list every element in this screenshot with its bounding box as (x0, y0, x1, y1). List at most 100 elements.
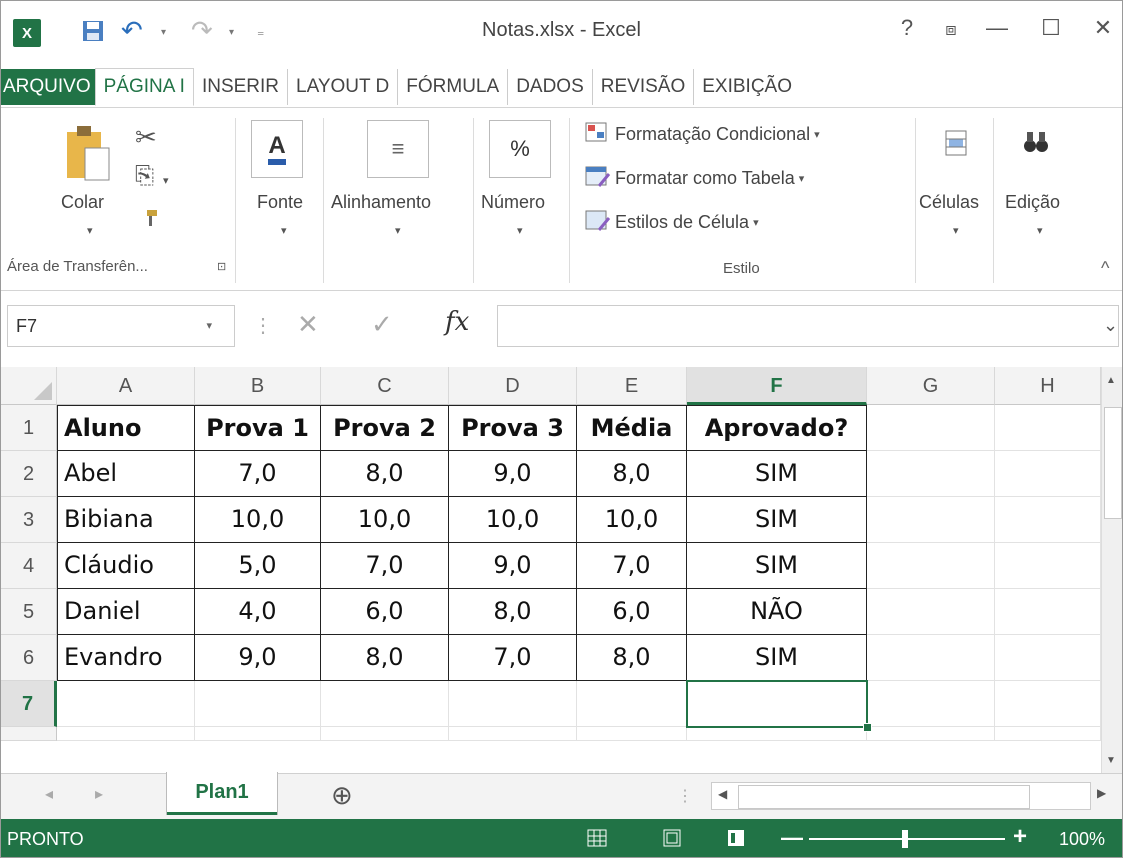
grid-cell[interactable] (867, 451, 995, 497)
table-header-cell[interactable]: Aprovado? (687, 405, 867, 451)
grid-cell[interactable] (995, 681, 1101, 727)
paste-button[interactable] (65, 124, 111, 189)
column-header-g[interactable]: G (867, 367, 995, 405)
column-header-d[interactable]: D (449, 367, 577, 405)
ribbon-display-options-button[interactable]: ⧈ (931, 19, 971, 40)
table-cell[interactable]: Evandro (57, 635, 195, 681)
paste-dropdown-icon[interactable]: ▾ (87, 224, 93, 237)
number-button[interactable]: % (489, 120, 551, 178)
row-header-2[interactable]: 2 (1, 451, 57, 497)
scroll-down-icon[interactable]: ▼ (1106, 755, 1116, 766)
editing-label[interactable]: Edição (1005, 192, 1060, 213)
new-sheet-icon[interactable]: ⊕ (331, 780, 353, 811)
conditional-formatting-button[interactable]: Formatação Condicional ▾ (585, 122, 820, 146)
tab-revisao[interactable]: REVISÃO (591, 69, 693, 105)
table-cell[interactable]: SIM (687, 543, 867, 589)
zoom-in-button[interactable]: + (1013, 823, 1027, 851)
zoom-level[interactable]: 100% (1059, 829, 1105, 850)
tab-pagina-inicial[interactable]: PÁGINA I (94, 68, 194, 106)
minimize-button[interactable]: — (977, 15, 1017, 41)
grid-cell[interactable] (57, 681, 195, 727)
scroll-right-icon[interactable]: ▶ (1097, 786, 1106, 800)
grid-cell[interactable] (867, 543, 995, 589)
row-header-3[interactable]: 3 (1, 497, 57, 543)
cells-label[interactable]: Células (919, 192, 979, 213)
close-button[interactable]: ✕ (1083, 15, 1122, 41)
grid-cell[interactable] (195, 681, 321, 727)
cell-styles-button[interactable]: Estilos de Célula ▾ (585, 210, 759, 234)
format-as-table-button[interactable]: Formatar como Tabela ▾ (585, 166, 804, 190)
formula-input[interactable] (497, 305, 1119, 347)
table-header-cell[interactable]: Prova 3 (449, 405, 577, 451)
copy-icon[interactable]: ⎘ (135, 162, 154, 190)
font-button[interactable]: A (251, 120, 303, 178)
table-cell[interactable]: 8,0 (449, 589, 577, 635)
table-cell[interactable]: 6,0 (321, 589, 449, 635)
table-cell[interactable]: 10,0 (449, 497, 577, 543)
tab-arquivo[interactable]: ARQUIVO (1, 69, 95, 105)
table-cell[interactable]: Abel (57, 451, 195, 497)
table-cell[interactable]: 4,0 (195, 589, 321, 635)
table-cell[interactable]: NÃO (687, 589, 867, 635)
table-cell[interactable]: 8,0 (321, 451, 449, 497)
splitter-icon[interactable]: ⋮ (677, 786, 693, 806)
enter-icon[interactable]: ✓ (371, 309, 393, 340)
select-all-button[interactable] (1, 367, 57, 405)
table-cell[interactable]: 7,0 (195, 451, 321, 497)
name-box[interactable]: F7 ▾ (7, 305, 235, 347)
table-cell[interactable]: Cláudio (57, 543, 195, 589)
tab-inserir[interactable]: INSERIR (194, 69, 287, 105)
previous-sheet-icon[interactable]: ◂ (45, 784, 53, 804)
table-cell[interactable]: 8,0 (577, 451, 687, 497)
clipboard-launcher-icon[interactable]: ⊡ (217, 260, 226, 273)
table-cell[interactable]: Daniel (57, 589, 195, 635)
fill-handle[interactable] (863, 723, 872, 732)
format-painter-icon[interactable] (137, 208, 159, 235)
alignment-dropdown-icon[interactable]: ▾ (395, 224, 401, 237)
normal-view-icon[interactable] (587, 829, 607, 852)
row-header-4[interactable]: 4 (1, 543, 57, 589)
alignment-button[interactable]: ≡ (367, 120, 429, 178)
grid-cell[interactable] (195, 727, 321, 741)
table-cell[interactable]: 7,0 (449, 635, 577, 681)
grid-cell[interactable] (867, 589, 995, 635)
vertical-scrollbar[interactable]: ▲ ▼ (1101, 367, 1122, 785)
grid-cell[interactable] (995, 727, 1101, 741)
table-cell[interactable]: 7,0 (321, 543, 449, 589)
grid-cell[interactable] (995, 543, 1101, 589)
collapse-ribbon-icon[interactable]: ^ (1101, 258, 1109, 279)
zoom-slider-thumb[interactable] (902, 830, 908, 848)
number-dropdown-icon[interactable]: ▾ (517, 224, 523, 237)
row-header-7[interactable]: 7 (1, 681, 57, 727)
grid-cell[interactable] (577, 681, 687, 727)
grid-cell[interactable] (995, 405, 1101, 451)
editing-dropdown-icon[interactable]: ▾ (1037, 224, 1043, 237)
binoculars-icon[interactable] (1023, 130, 1049, 159)
formula-bar-dots-icon[interactable]: ⋮ (253, 313, 273, 338)
name-box-dropdown-icon[interactable]: ▾ (206, 306, 212, 346)
row-header-5[interactable]: 5 (1, 589, 57, 635)
active-cell-f7[interactable] (686, 680, 868, 728)
zoom-slider[interactable] (809, 830, 1005, 848)
cells-icon[interactable] (945, 130, 967, 161)
table-cell[interactable]: 8,0 (321, 635, 449, 681)
table-cell[interactable]: Bibiana (57, 497, 195, 543)
table-header-cell[interactable]: Aluno (57, 405, 195, 451)
help-button[interactable]: ? (887, 15, 927, 41)
column-header-c[interactable]: C (321, 367, 449, 405)
table-cell[interactable]: SIM (687, 497, 867, 543)
page-layout-view-icon[interactable] (663, 829, 681, 852)
next-sheet-icon[interactable]: ▸ (95, 784, 103, 804)
table-cell[interactable]: SIM (687, 635, 867, 681)
table-header-cell[interactable]: Prova 2 (321, 405, 449, 451)
grid-cell[interactable] (449, 727, 577, 741)
cells-dropdown-icon[interactable]: ▾ (953, 224, 959, 237)
grid-cell[interactable] (687, 727, 867, 741)
cancel-icon[interactable]: ✕ (297, 309, 319, 340)
column-header-h[interactable]: H (995, 367, 1101, 405)
insert-function-icon[interactable]: fx (445, 307, 469, 337)
grid-cell[interactable] (867, 681, 995, 727)
table-cell[interactable]: 7,0 (577, 543, 687, 589)
page-break-view-icon[interactable] (727, 829, 745, 852)
table-header-cell[interactable]: Prova 1 (195, 405, 321, 451)
